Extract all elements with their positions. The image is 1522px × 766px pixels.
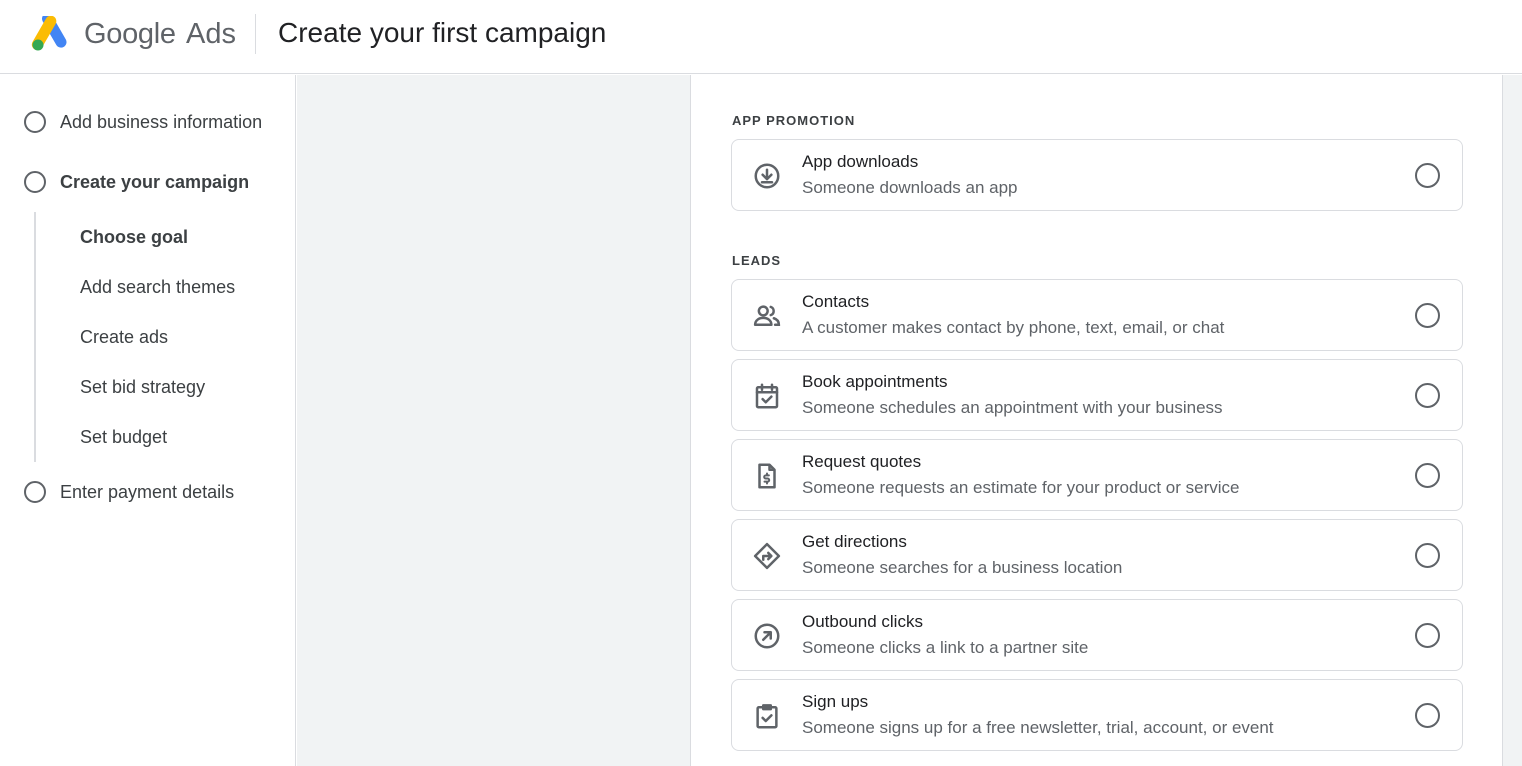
step-status-circle-icon [24, 171, 46, 193]
goal-selection-panel: APP PROMOTION App downloads Someone down… [692, 75, 1502, 766]
option-radio[interactable] [1415, 543, 1440, 568]
substep-connector-line [34, 212, 36, 462]
option-title: App downloads [802, 152, 919, 171]
step-label: Create your campaign [60, 171, 250, 192]
goal-option-get-directions[interactable]: Get directions Someone searches for a bu… [731, 519, 1463, 591]
google-ads-logo-icon [31, 16, 67, 51]
step-create-your-campaign[interactable]: Create your campaign [24, 170, 249, 194]
goal-option-book-appointments[interactable]: Book appointments Someone schedules an a… [731, 359, 1463, 431]
step-add-business-information[interactable]: Add business information [24, 110, 262, 134]
option-radio[interactable] [1415, 703, 1440, 728]
step-enter-payment-details[interactable]: Enter payment details [24, 480, 234, 504]
calendar-check-icon [752, 381, 782, 411]
substep-create-ads[interactable]: Create ads [80, 327, 168, 348]
section-header-app-promotion: APP PROMOTION [732, 113, 856, 128]
option-radio[interactable] [1415, 163, 1440, 188]
substep-add-search-themes[interactable]: Add search themes [80, 277, 235, 298]
brand-google-text: Google [84, 18, 176, 50]
goal-option-sign-ups[interactable]: Sign ups Someone signs up for a free new… [731, 679, 1463, 751]
download-circle-icon [752, 161, 782, 191]
option-description: Someone clicks a link to a partner site [802, 638, 1089, 657]
option-description: Someone schedules an appointment with yo… [802, 398, 1223, 417]
goal-option-app-downloads[interactable]: App downloads Someone downloads an app [731, 139, 1463, 211]
goal-option-contacts[interactable]: Contacts A customer makes contact by pho… [731, 279, 1463, 351]
directions-icon [752, 541, 782, 571]
section-header-leads: LEADS [732, 253, 782, 268]
option-title: Book appointments [802, 372, 948, 391]
app-header: Google Ads Create your first campaign [0, 0, 1522, 74]
option-radio[interactable] [1415, 623, 1440, 648]
side-panel-background [297, 75, 691, 766]
substep-choose-goal[interactable]: Choose goal [80, 227, 188, 248]
option-description: Someone searches for a business location [802, 558, 1123, 577]
option-title: Contacts [802, 292, 870, 311]
step-status-circle-icon [24, 111, 46, 133]
option-description: Someone requests an estimate for your pr… [802, 478, 1240, 497]
option-title: Get directions [802, 532, 907, 551]
option-description: Someone signs up for a free newsletter, … [802, 718, 1274, 737]
step-status-circle-icon [24, 481, 46, 503]
substep-set-budget[interactable]: Set budget [80, 427, 167, 448]
option-title: Sign ups [802, 692, 869, 711]
step-label: Enter payment details [60, 481, 235, 502]
option-description: Someone downloads an app [802, 178, 1018, 197]
brand-ads-text: Ads [186, 18, 236, 50]
clipboard-check-icon [752, 701, 782, 731]
goal-option-request-quotes[interactable]: Request quotes Someone requests an estim… [731, 439, 1463, 511]
option-description: A customer makes contact by phone, text,… [802, 318, 1225, 337]
page-title: Create your first campaign [278, 17, 607, 48]
goal-option-outbound-clicks[interactable]: Outbound clicks Someone clicks a link to… [731, 599, 1463, 671]
option-radio[interactable] [1415, 463, 1440, 488]
option-title: Request quotes [802, 452, 922, 471]
header-divider [255, 14, 256, 54]
option-title: Outbound clicks [802, 612, 923, 631]
outbound-arrow-icon [752, 621, 782, 651]
quote-document-icon [752, 461, 782, 491]
substep-set-bid-strategy[interactable]: Set bid strategy [80, 377, 205, 398]
option-radio[interactable] [1415, 383, 1440, 408]
step-label: Add business information [60, 111, 263, 132]
people-icon [752, 301, 782, 331]
progress-sidebar: Add business information Create your cam… [0, 75, 296, 766]
option-radio[interactable] [1415, 303, 1440, 328]
right-scroll-gutter [1502, 75, 1522, 766]
